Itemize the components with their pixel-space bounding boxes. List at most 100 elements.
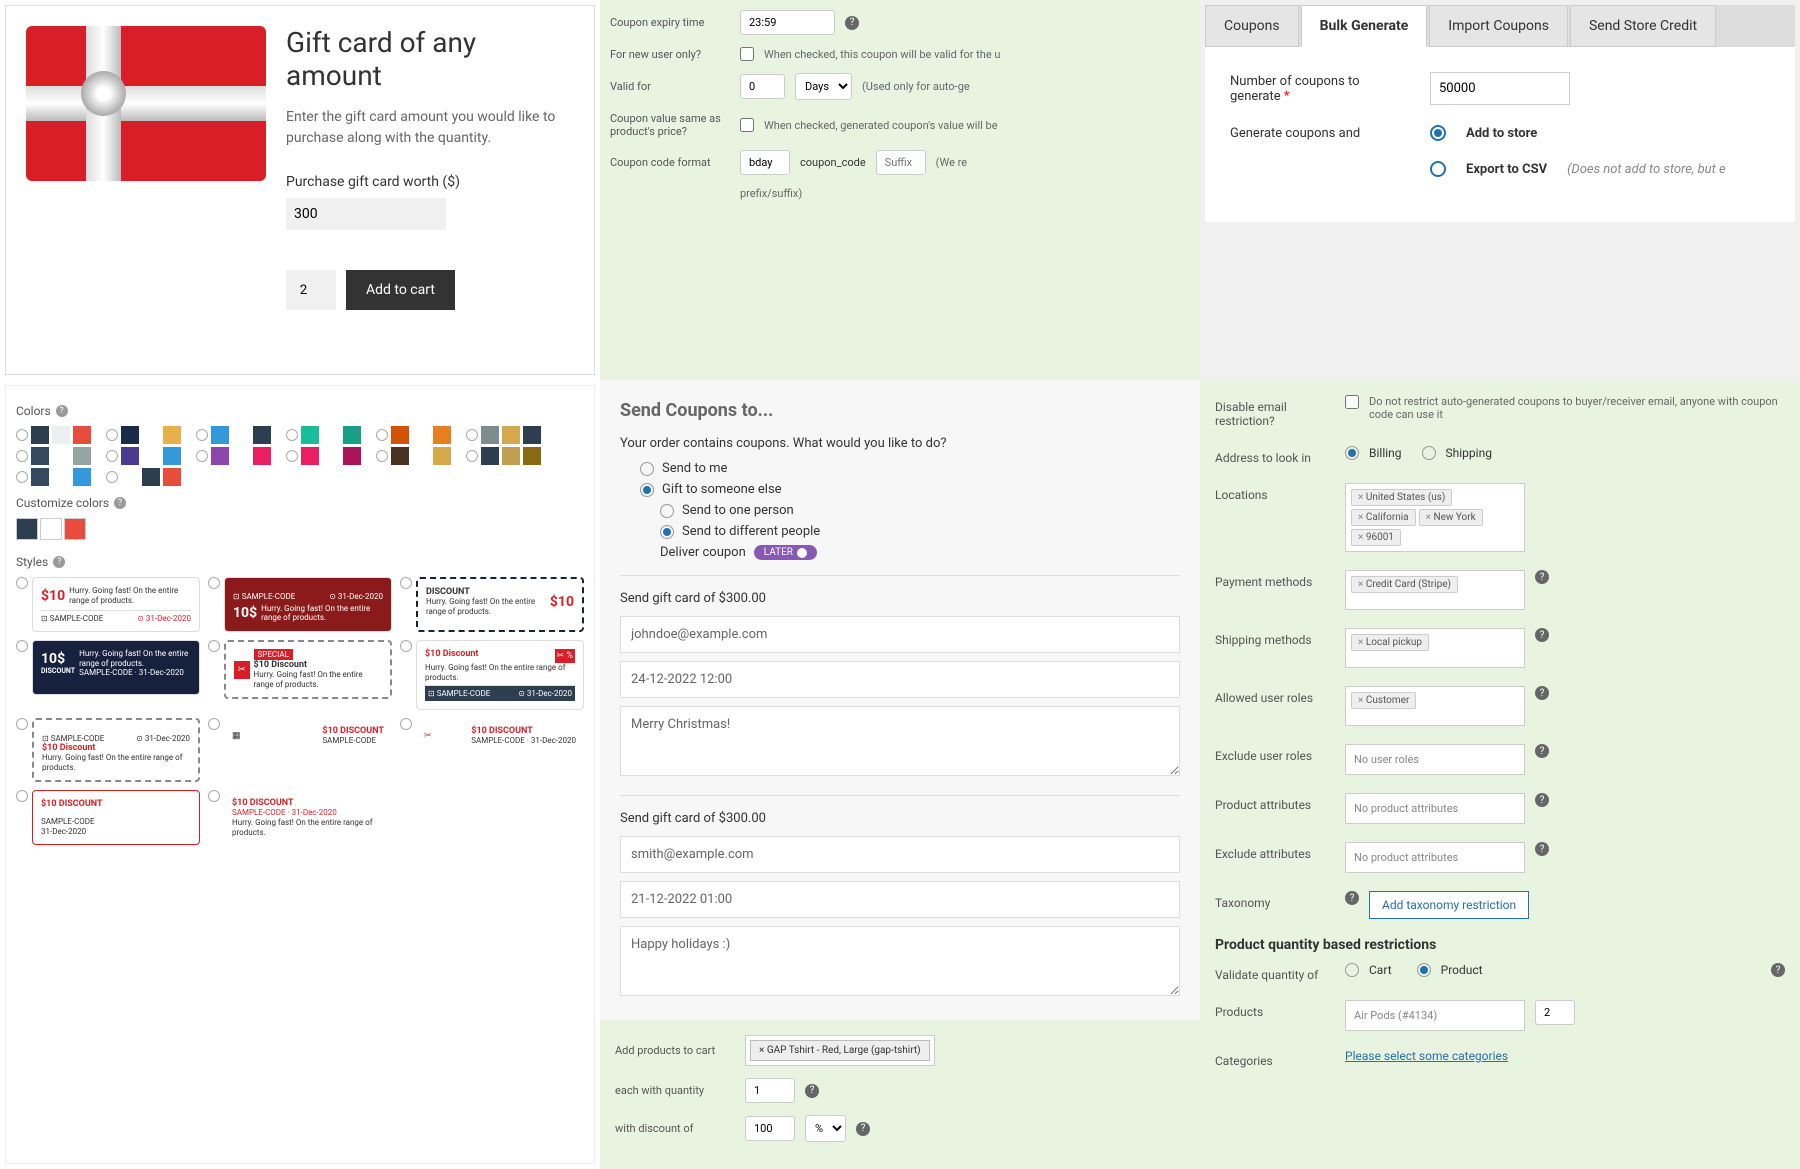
send-me-radio[interactable]	[640, 462, 654, 476]
help-icon[interactable]: ?	[1535, 628, 1549, 642]
color-palette-option[interactable]	[286, 447, 361, 465]
gift1-msg-input[interactable]	[620, 706, 1180, 776]
tab-coupons[interactable]: Coupons	[1205, 5, 1299, 47]
style-option[interactable]: ▦$10 DISCOUNTSAMPLE-CODE	[208, 718, 392, 782]
products-qty-input[interactable]	[1535, 1000, 1575, 1025]
help-icon[interactable]: ?	[1345, 891, 1359, 905]
color-palette-option[interactable]	[196, 447, 271, 465]
help-icon[interactable]: ?	[114, 497, 126, 509]
excl-attrs-input[interactable]: No product attributes	[1345, 842, 1525, 873]
products-input[interactable]: Air Pods (#4134)	[1345, 1000, 1525, 1031]
expiry-input[interactable]	[740, 10, 835, 35]
style-option[interactable]: $10Hurry. Going fast! On the entire rang…	[16, 577, 200, 632]
newuser-label: For new user only?	[610, 48, 730, 61]
help-icon[interactable]: ?	[1535, 686, 1549, 700]
color-palette-option[interactable]	[16, 426, 91, 444]
diff-people-radio[interactable]	[660, 525, 674, 539]
color-palette-option[interactable]	[106, 447, 181, 465]
one-person-radio[interactable]	[660, 504, 674, 518]
gift1-email-input[interactable]	[620, 616, 1180, 653]
help-icon[interactable]: ?	[56, 405, 68, 417]
product-radio[interactable]	[1417, 963, 1431, 977]
categories-link[interactable]: Please select some categories	[1345, 1049, 1508, 1063]
tab-store-credit[interactable]: Send Store Credit	[1570, 5, 1716, 47]
help-icon[interactable]: ?	[856, 1122, 870, 1136]
color-palette-option[interactable]	[376, 426, 451, 444]
allowed-roles-input[interactable]: Customer	[1345, 686, 1525, 726]
tab-bulk-generate[interactable]: Bulk Generate	[1301, 5, 1428, 47]
gift2-email-input[interactable]	[620, 836, 1180, 873]
color-palette-option[interactable]	[16, 468, 91, 486]
style-option[interactable]: 10$DISCOUNTHurry. Going fast! On the ent…	[16, 640, 200, 710]
later-toggle[interactable]: LATER	[754, 545, 817, 560]
color-palette-option[interactable]	[106, 426, 181, 444]
gift2-date-input[interactable]	[620, 881, 1180, 918]
help-icon[interactable]: ?	[1535, 793, 1549, 807]
export-csv-radio[interactable]	[1430, 161, 1446, 177]
giftcard-image	[26, 26, 266, 181]
style-option[interactable]: $10 DISCOUNTSAMPLE-CODE · 31-Dec-2020Hur…	[208, 790, 392, 845]
sameprice-checkbox[interactable]	[740, 118, 754, 132]
help-icon[interactable]: ?	[1535, 744, 1549, 758]
attrs-input[interactable]: No product attributes	[1345, 793, 1525, 824]
taxonomy-label: Taxonomy	[1215, 891, 1335, 910]
style-option[interactable]: DISCOUNTHurry. Going fast! On the entire…	[400, 577, 584, 632]
payment-input[interactable]: Credit Card (Stripe)	[1345, 570, 1525, 610]
color-palette-option[interactable]	[106, 468, 181, 486]
shipping-input[interactable]: Local pickup	[1345, 628, 1525, 668]
color-palette-option[interactable]	[286, 426, 361, 444]
add-taxonomy-button[interactable]: Add taxonomy restriction	[1369, 891, 1529, 919]
valid-unit-select[interactable]: Days	[795, 73, 852, 100]
discount-input[interactable]	[745, 1116, 795, 1141]
color-palette-option[interactable]	[466, 426, 541, 444]
coupon-settings-panel: Coupon expiry time ? For new user only? …	[600, 0, 1200, 380]
qty-input[interactable]	[286, 270, 336, 310]
format-prefix-input[interactable]	[740, 150, 790, 175]
style-option[interactable]: ⊡ SAMPLE-CODE⊙ 31-Dec-202010$Hurry. Goin…	[208, 577, 392, 632]
locations-input[interactable]: United States (us)CaliforniaNew York9600…	[1345, 483, 1525, 552]
add-to-store-radio[interactable]	[1430, 125, 1446, 141]
style-option[interactable]: $10 Discount✂ %Hurry. Going fast! On the…	[400, 640, 584, 710]
add-to-cart-button[interactable]: Add to cart	[346, 270, 455, 310]
valid-input[interactable]	[740, 74, 785, 99]
gift1-date-input[interactable]	[620, 661, 1180, 698]
exclude-roles-input[interactable]: No user roles	[1345, 744, 1525, 775]
worth-input[interactable]	[286, 198, 446, 230]
shipping-radio[interactable]	[1422, 446, 1436, 460]
each-qty-input[interactable]	[745, 1078, 795, 1103]
help-icon[interactable]: ?	[53, 556, 65, 568]
disable-email-checkbox[interactable]	[1345, 395, 1359, 409]
help-icon[interactable]: ?	[1771, 963, 1785, 977]
tab-import[interactable]: Import Coupons	[1429, 5, 1568, 47]
color-palette-option[interactable]	[196, 426, 271, 444]
restrictions-panel: Disable email restriction? Do not restri…	[1200, 380, 1800, 1169]
num-coupons-input[interactable]	[1430, 72, 1570, 105]
gift2-msg-input[interactable]	[620, 926, 1180, 996]
color-palette-option[interactable]	[16, 447, 91, 465]
design-panel: Colors? Customize colors? Styles? $10Hur…	[5, 385, 595, 1164]
product-select[interactable]: × GAP Tshirt - Red, Large (gap-tshirt)	[745, 1035, 935, 1066]
locations-label: Locations	[1215, 483, 1335, 502]
color-palette-option[interactable]	[466, 447, 541, 465]
style-option[interactable]: ⊡ SAMPLE-CODE⊙ 31-Dec-2020$10 DiscountHu…	[16, 718, 200, 782]
color-palette-option[interactable]	[376, 447, 451, 465]
format-sub: prefix/suffix)	[740, 187, 802, 200]
excl-attrs-label: Exclude attributes	[1215, 842, 1335, 861]
help-icon[interactable]: ?	[1535, 570, 1549, 584]
newuser-checkbox[interactable]	[740, 47, 754, 61]
format-suffix-input[interactable]	[876, 150, 926, 175]
custom-swatches[interactable]	[16, 518, 584, 540]
help-icon[interactable]: ?	[845, 16, 859, 30]
cart-radio[interactable]	[1345, 963, 1359, 977]
discount-unit-select[interactable]: %	[805, 1115, 846, 1142]
billing-radio[interactable]	[1345, 446, 1359, 460]
giftcard-panel: Gift card of any amount Enter the gift c…	[5, 5, 595, 375]
style-option[interactable]: ✂SPECIAL$10 DiscountHurry. Going fast! O…	[208, 640, 392, 710]
attrs-label: Product attributes	[1215, 793, 1335, 812]
style-option[interactable]: $10 DISCOUNTSAMPLE-CODE31-Dec-2020	[16, 790, 200, 845]
format-mid: coupon_code	[800, 156, 866, 169]
help-icon[interactable]: ?	[805, 1084, 819, 1098]
style-option[interactable]: ✂$10 DISCOUNTSAMPLE-CODE · 31-Dec-2020	[400, 718, 584, 782]
gift-radio[interactable]	[640, 483, 654, 497]
help-icon[interactable]: ?	[1535, 842, 1549, 856]
